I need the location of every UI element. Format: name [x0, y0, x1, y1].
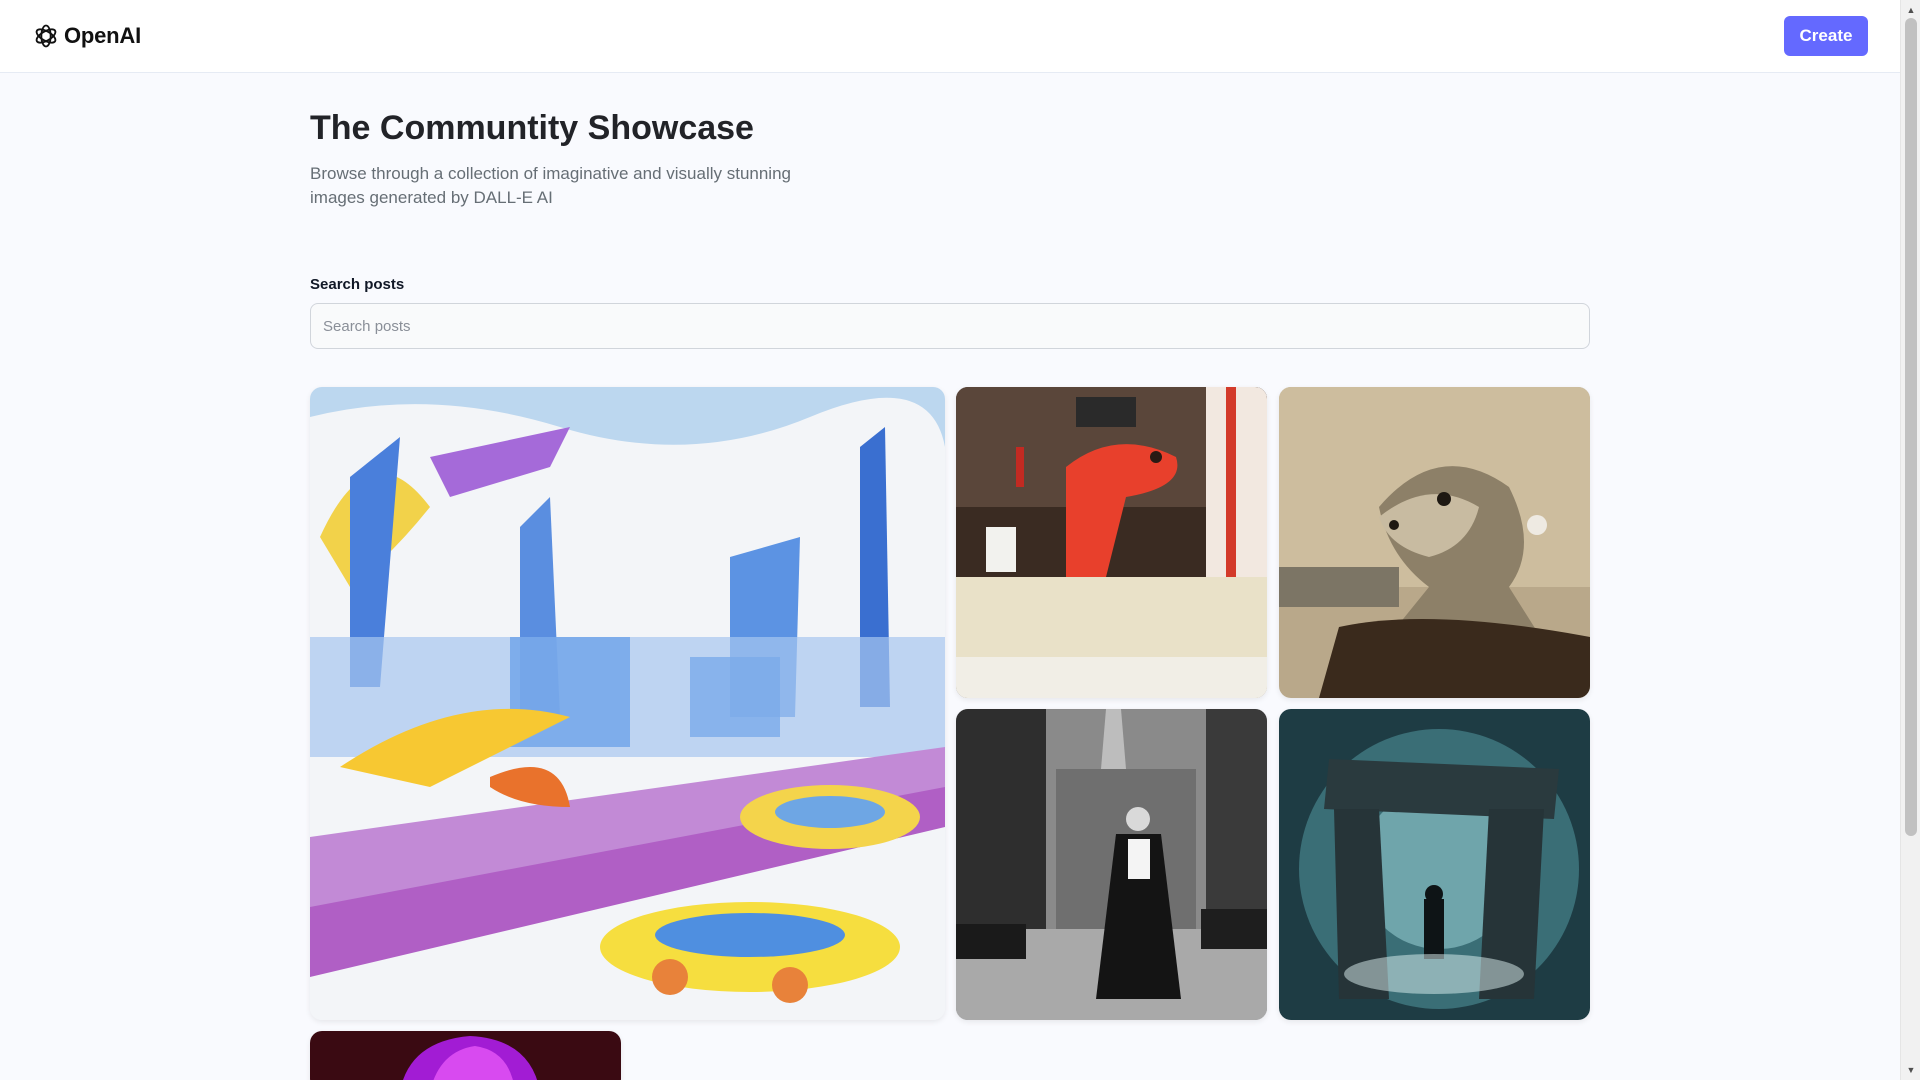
gallery-card-stonehenge[interactable]	[1279, 709, 1590, 1020]
gallery-card-seal[interactable]	[1279, 387, 1590, 698]
vampire-image	[956, 709, 1267, 1020]
scroll-thumb[interactable]	[1905, 18, 1917, 836]
create-button[interactable]: Create	[1784, 16, 1868, 56]
page-scrollbar[interactable]: ▲ ▼	[1900, 0, 1920, 1080]
openai-logo-icon	[32, 22, 60, 50]
scroll-up-icon[interactable]: ▲	[1901, 2, 1920, 18]
stonehenge-image	[1279, 709, 1590, 1020]
page-title: The Communtity Showcase	[310, 109, 754, 147]
dinosaur-image	[956, 387, 1267, 698]
page-subtitle: Browse through a collection of imaginati…	[310, 164, 791, 207]
neon-statue-image	[310, 1031, 621, 1080]
city-drawing-image	[310, 387, 945, 1020]
search-label: Search posts	[310, 276, 405, 293]
scroll-down-icon[interactable]: ▼	[1901, 1062, 1920, 1078]
search-input[interactable]	[310, 303, 1590, 349]
gallery-card-neon-statue[interactable]	[310, 1031, 621, 1080]
navbar: OpenAI Create	[0, 0, 1900, 73]
seal-image	[1279, 387, 1590, 698]
openai-logo-link[interactable]: OpenAI	[32, 22, 141, 50]
gallery-card-dinosaur[interactable]	[956, 387, 1267, 698]
logo-text: OpenAI	[64, 23, 142, 48]
main-content: The Communtity Showcase Browse through a…	[310, 73, 1590, 1080]
gallery-card-vampire[interactable]	[956, 709, 1267, 1020]
gallery-card-city-drawing[interactable]	[310, 387, 945, 1020]
